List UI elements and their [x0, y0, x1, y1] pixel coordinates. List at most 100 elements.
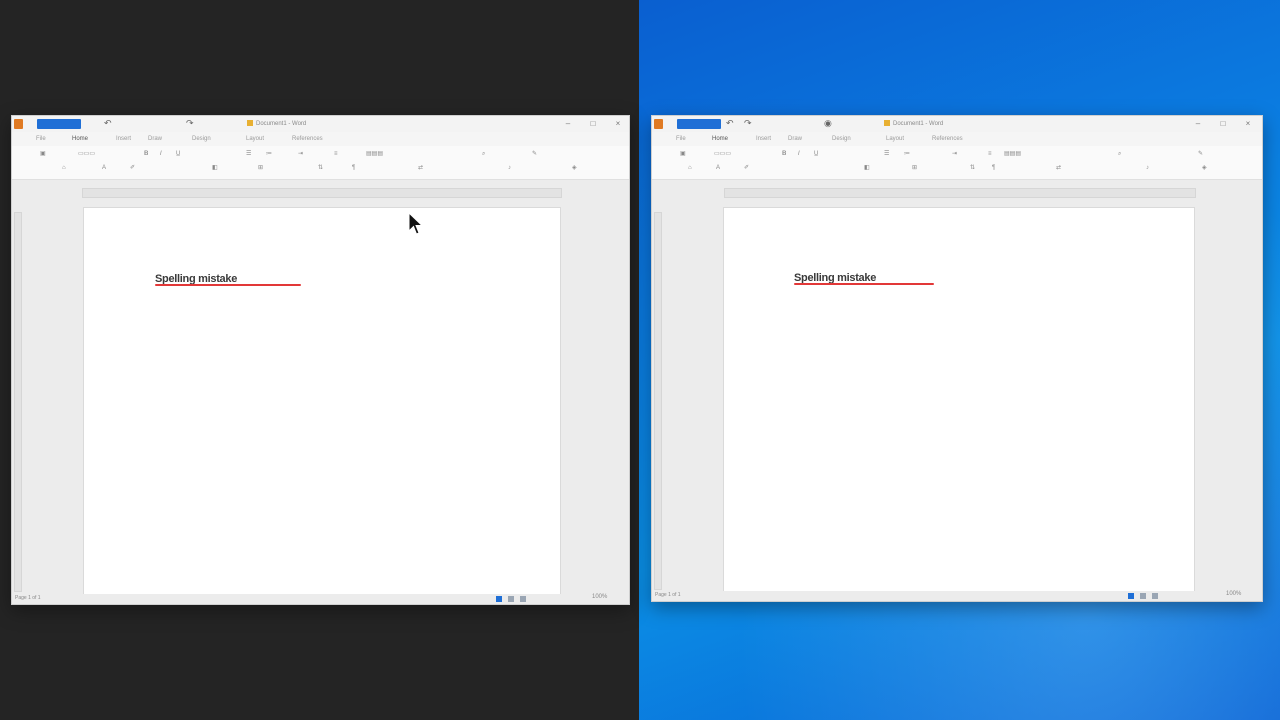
word-app-icon: [14, 119, 23, 129]
format-painter-icon[interactable]: ⌂: [62, 164, 66, 172]
designer-icon[interactable]: ◈: [572, 164, 577, 172]
italic-icon[interactable]: 𝐼: [160, 150, 162, 158]
minimize-button[interactable]: –: [562, 118, 574, 130]
save-icon[interactable]: ◉: [824, 119, 833, 128]
print-layout-view-icon[interactable]: [496, 596, 502, 602]
numbering-icon[interactable]: ≔: [904, 150, 910, 158]
ribbon-toolbar: ▣ ▭▭▭ 𝐁 𝐼 U̲ ☰ ≔ ⇥ ≡ ▤▤▤ ⌕ ✎ ⌂ A ✐ ◧ ⊞ ⇅…: [12, 146, 629, 180]
tab-home[interactable]: Home: [712, 135, 728, 143]
zoom-level[interactable]: 100%: [592, 594, 607, 600]
font-color-icon[interactable]: A: [716, 164, 720, 172]
print-layout-view-icon[interactable]: [1128, 593, 1134, 599]
title-bar: ↶ ↷ Document1 - Word – □ ×: [12, 116, 629, 132]
paste-icon[interactable]: ▣: [40, 150, 46, 158]
quick-access-toolbar[interactable]: [37, 119, 81, 129]
tab-draw[interactable]: Draw: [148, 135, 162, 143]
word-window-left: ↶ ↷ Document1 - Word – □ × File Home Ins…: [11, 115, 630, 605]
find-icon[interactable]: ⌕: [482, 150, 485, 158]
shading-icon[interactable]: ◧: [212, 164, 218, 172]
close-button[interactable]: ×: [612, 118, 624, 130]
underline-icon[interactable]: U̲: [814, 150, 818, 158]
horizontal-ruler[interactable]: [82, 188, 562, 198]
tab-design[interactable]: Design: [192, 135, 211, 143]
editor-icon[interactable]: ✎: [1198, 150, 1203, 158]
tab-file[interactable]: File: [676, 135, 686, 143]
close-button[interactable]: ×: [1242, 118, 1254, 130]
tab-draw[interactable]: Draw: [788, 135, 802, 143]
borders-icon[interactable]: ⊞: [258, 164, 263, 172]
font-name-dropdown[interactable]: ▭▭▭: [78, 150, 95, 158]
horizontal-ruler[interactable]: [724, 188, 1196, 198]
zoom-level[interactable]: 100%: [1226, 591, 1241, 597]
tab-design[interactable]: Design: [832, 135, 851, 143]
vertical-ruler[interactable]: [14, 212, 22, 592]
highlight-icon[interactable]: ✐: [744, 164, 749, 172]
align-icon[interactable]: ≡: [334, 150, 338, 158]
bold-icon[interactable]: 𝐁: [144, 150, 148, 158]
borders-icon[interactable]: ⊞: [912, 164, 917, 172]
tab-home[interactable]: Home: [72, 135, 88, 143]
web-layout-view-icon[interactable]: [1140, 593, 1146, 599]
sort-icon[interactable]: ⇅: [970, 164, 975, 172]
redo-icon[interactable]: ↷: [186, 119, 195, 128]
bullets-icon[interactable]: ☰: [246, 150, 251, 158]
minimize-button[interactable]: –: [1192, 118, 1204, 130]
undo-icon[interactable]: ↶: [726, 119, 735, 128]
page-count[interactable]: Page 1 of 1: [655, 592, 681, 598]
tab-layout[interactable]: Layout: [886, 135, 904, 143]
web-layout-view-icon[interactable]: [508, 596, 514, 602]
shading-icon[interactable]: ◧: [864, 164, 870, 172]
align-icon[interactable]: ≡: [988, 150, 992, 158]
numbering-icon[interactable]: ≔: [266, 150, 272, 158]
maximize-button[interactable]: □: [1217, 118, 1229, 130]
underline-icon[interactable]: U̲: [176, 150, 180, 158]
find-icon[interactable]: ⌕: [1118, 150, 1121, 158]
styles-icon[interactable]: ▤▤▤: [1004, 150, 1021, 158]
spellcheck-underline: [794, 283, 934, 285]
spellcheck-underline: [155, 284, 301, 286]
ribbon-toolbar: ▣ ▭▭▭ 𝐁 𝐼 U̲ ☰ ≔ ⇥ ≡ ▤▤▤ ⌕ ✎ ⌂ A ✐ ◧ ⊞ ⇅…: [652, 146, 1262, 180]
dictate-icon[interactable]: ♪: [508, 164, 511, 172]
designer-icon[interactable]: ◈: [1202, 164, 1207, 172]
tab-file[interactable]: File: [36, 135, 46, 143]
tab-references[interactable]: References: [292, 135, 323, 143]
sort-icon[interactable]: ⇅: [318, 164, 323, 172]
tab-layout[interactable]: Layout: [246, 135, 264, 143]
document-title: Document1 - Word: [247, 119, 306, 129]
italic-icon[interactable]: 𝐼: [798, 150, 800, 158]
vertical-ruler[interactable]: [654, 212, 662, 590]
replace-icon[interactable]: ⇄: [1056, 164, 1061, 172]
maximize-button[interactable]: □: [587, 118, 599, 130]
read-mode-view-icon[interactable]: [520, 596, 526, 602]
tab-insert[interactable]: Insert: [116, 135, 131, 143]
replace-icon[interactable]: ⇄: [418, 164, 423, 172]
bold-icon[interactable]: 𝐁: [782, 150, 786, 158]
mouse-pointer-icon: [408, 212, 424, 235]
pilcrow-icon[interactable]: ¶: [992, 164, 995, 172]
tab-references[interactable]: References: [932, 135, 963, 143]
indent-icon[interactable]: ⇥: [952, 150, 957, 158]
ribbon-tabs: File Home Insert Draw Design Layout Refe…: [652, 132, 1262, 146]
word-app-icon: [654, 119, 663, 129]
read-mode-view-icon[interactable]: [1152, 593, 1158, 599]
editor-icon[interactable]: ✎: [532, 150, 537, 158]
paste-icon[interactable]: ▣: [680, 150, 686, 158]
styles-icon[interactable]: ▤▤▤: [366, 150, 383, 158]
pilcrow-icon[interactable]: ¶: [352, 164, 355, 172]
undo-icon[interactable]: ↶: [104, 119, 113, 128]
indent-icon[interactable]: ⇥: [298, 150, 303, 158]
redo-icon[interactable]: ↷: [744, 119, 753, 128]
document-page[interactable]: [723, 207, 1195, 593]
bullets-icon[interactable]: ☰: [884, 150, 889, 158]
quick-access-toolbar[interactable]: [677, 119, 721, 129]
format-painter-icon[interactable]: ⌂: [688, 164, 692, 172]
font-color-icon[interactable]: A: [102, 164, 106, 172]
dictate-icon[interactable]: ♪: [1146, 164, 1149, 172]
document-title: Document1 - Word: [884, 119, 943, 129]
highlight-icon[interactable]: ✐: [130, 164, 135, 172]
page-count[interactable]: Page 1 of 1: [15, 595, 41, 601]
word-window-right: ↶ ↷ ◉ Document1 - Word – □ × File Home I…: [651, 115, 1263, 602]
font-name-dropdown[interactable]: ▭▭▭: [714, 150, 731, 158]
tab-insert[interactable]: Insert: [756, 135, 771, 143]
document-page[interactable]: [83, 207, 561, 595]
